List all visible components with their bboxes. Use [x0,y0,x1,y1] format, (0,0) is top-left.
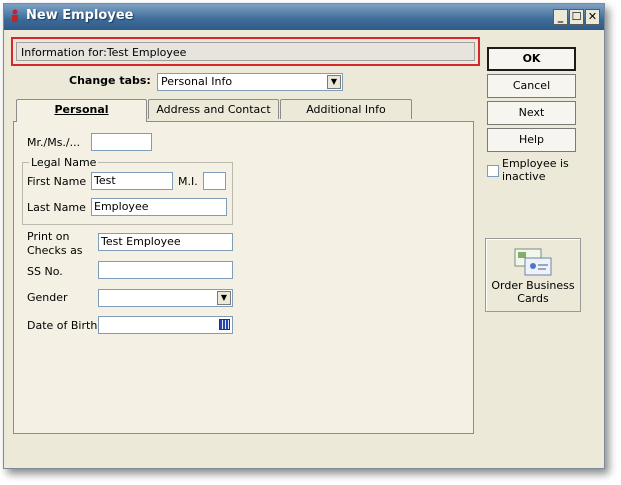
last-name-label: Last Name [27,201,86,214]
change-tabs-dropdown[interactable]: Personal Info ▼ [157,73,343,91]
ss-number-label: SS No. [27,265,63,278]
close-button[interactable]: ✕ [585,9,600,25]
calendar-icon[interactable] [219,319,230,330]
information-for-label: Information for: [21,46,107,59]
change-tabs-label: Change tabs: [69,74,151,87]
app-person-icon [12,9,18,22]
employee-inactive-label-line2: inactive [502,170,546,183]
order-cards-label-line2: Cards [517,292,549,305]
minimize-button[interactable]: _ [553,9,568,25]
first-name-field[interactable]: Test [91,172,173,190]
information-for-name: Test Employee [106,46,187,59]
tab-address-label: Address and Contact [156,103,271,116]
gender-label: Gender [27,291,68,304]
ss-number-field[interactable] [98,261,233,279]
tab-additional-label: Additional Info [306,103,386,116]
change-tabs-value: Personal Info [161,75,233,88]
date-of-birth-field[interactable] [98,316,233,334]
chevron-down-icon[interactable]: ▼ [217,291,231,305]
window-title: New Employee [26,8,134,23]
tab-personal[interactable]: Personal [16,99,147,122]
salutation-label: Mr./Ms./... [27,136,81,149]
middle-initial-label: M.I. [178,175,198,188]
order-business-cards-button[interactable]: Order Business Cards [485,238,581,312]
employee-inactive-label-line1: Employee is [502,157,569,170]
print-on-checks-field[interactable]: Test Employee [98,233,233,251]
legal-name-group-label: Legal Name [29,156,99,169]
salutation-field[interactable] [91,133,152,151]
middle-initial-field[interactable] [203,172,226,190]
employee-inactive-checkbox[interactable] [487,165,499,177]
date-of-birth-label: Date of Birth [27,319,98,332]
new-employee-window: New Employee _ ☐ ✕ Information for:Test … [3,3,605,469]
cancel-button[interactable]: Cancel [487,74,576,98]
tab-address-and-contact[interactable]: Address and Contact [148,99,279,119]
ok-button[interactable]: OK [487,47,576,71]
last-name-field[interactable]: Employee [91,198,227,216]
help-button[interactable]: Help [487,128,576,152]
tab-additional-info[interactable]: Additional Info [280,99,412,119]
chevron-down-icon[interactable]: ▼ [327,75,341,89]
order-business-cards-label: Order Business Cards [486,279,580,305]
information-for-bar: Information for:Test Employee [11,37,480,66]
business-cards-icon [514,248,552,276]
order-cards-label-line1: Order Business [491,279,575,292]
information-for-field: Information for:Test Employee [16,42,475,61]
next-button-label: Next [518,106,545,119]
maximize-button[interactable]: ☐ [569,9,584,25]
next-button[interactable]: Next [487,101,576,125]
first-name-label: First Name [27,175,87,188]
print-on-checks-label-line1: Print on [27,230,70,243]
tab-personal-label: Personal [54,103,109,116]
print-on-checks-label-line2: Checks as [27,244,83,257]
title-bar[interactable]: New Employee _ ☐ ✕ [4,4,604,30]
gender-dropdown[interactable]: ▼ [98,289,233,307]
